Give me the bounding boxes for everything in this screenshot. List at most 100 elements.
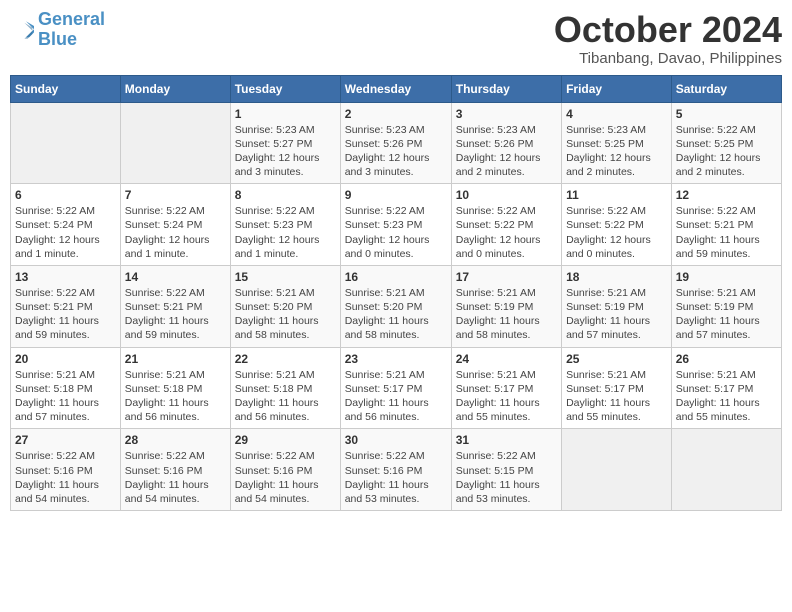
calendar-cell: 17Sunrise: 5:21 AM Sunset: 5:19 PM Dayli…	[451, 265, 561, 347]
calendar-cell: 2 Sunrise: 5:23 AM Sunset: 5:26 PM Daylig…	[340, 102, 451, 184]
calendar-week-row: 1 Sunrise: 5:23 AM Sunset: 5:27 PM Daylig…	[11, 102, 782, 184]
day-number: 23	[345, 352, 447, 366]
day-info: Sunrise: 5:21 AM Sunset: 5:17 PM Dayligh…	[456, 368, 557, 425]
calendar-cell: 18 Sunrise: 5:21 AM Sunset: 5:19 PM Dayli…	[562, 265, 672, 347]
day-info: Sunrise: 5:23 AM Sunset: 5:26 PM Dayligh…	[345, 123, 447, 180]
day-info: Sunrise: 5:23 AM Sunset: 5:26 PM Dayligh…	[456, 123, 557, 180]
weekday-header: Monday	[120, 75, 230, 102]
day-info: Sunrise: 5:21 AM Sunset: 5:17 PM Dayligh…	[676, 368, 777, 425]
day-info: Sunrise: 5:21 AM Sunset: 5:19 PM Dayligh…	[566, 286, 667, 343]
calendar-week-row: 6Sunrise: 5:22 AM Sunset: 5:24 PM Daylig…	[11, 184, 782, 266]
day-info: Sunrise: 5:21 AM Sunset: 5:18 PM Dayligh…	[125, 368, 226, 425]
day-number: 22	[235, 352, 336, 366]
day-number: 13	[15, 270, 116, 284]
day-info: Sunrise: 5:22 AM Sunset: 5:21 PM Dayligh…	[676, 204, 777, 261]
day-number: 14	[125, 270, 226, 284]
weekday-header: Sunday	[11, 75, 121, 102]
calendar-cell: 5Sunrise: 5:22 AM Sunset: 5:25 PM Daylig…	[671, 102, 781, 184]
weekday-header: Wednesday	[340, 75, 451, 102]
day-number: 12	[676, 188, 777, 202]
calendar-cell	[671, 429, 781, 511]
day-number: 1	[235, 107, 336, 121]
day-number: 25	[566, 352, 667, 366]
calendar-cell: 12 Sunrise: 5:22 AM Sunset: 5:21 PM Dayli…	[671, 184, 781, 266]
day-info: Sunrise: 5:22 AM Sunset: 5:21 PM Dayligh…	[15, 286, 116, 343]
calendar-cell: 22Sunrise: 5:21 AM Sunset: 5:18 PM Dayli…	[230, 347, 340, 429]
day-number: 4	[566, 107, 667, 121]
day-info: Sunrise: 5:22 AM Sunset: 5:16 PM Dayligh…	[345, 449, 447, 506]
weekday-header: Thursday	[451, 75, 561, 102]
day-info: Sunrise: 5:22 AM Sunset: 5:22 PM Dayligh…	[566, 204, 667, 261]
calendar-cell: 23Sunrise: 5:21 AM Sunset: 5:17 PM Dayli…	[340, 347, 451, 429]
day-info: Sunrise: 5:23 AM Sunset: 5:25 PM Dayligh…	[566, 123, 667, 180]
day-number: 2	[345, 107, 447, 121]
calendar-cell: 13 Sunrise: 5:22 AM Sunset: 5:21 PM Dayli…	[11, 265, 121, 347]
calendar-cell	[562, 429, 672, 511]
calendar-cell: 24Sunrise: 5:21 AM Sunset: 5:17 PM Dayli…	[451, 347, 561, 429]
title-block: October 2024 Tibanbang, Davao, Philippin…	[554, 10, 782, 67]
day-number: 8	[235, 188, 336, 202]
day-info: Sunrise: 5:22 AM Sunset: 5:23 PM Dayligh…	[235, 204, 336, 261]
day-number: 18	[566, 270, 667, 284]
calendar-cell: 29 Sunrise: 5:22 AM Sunset: 5:16 PM Dayli…	[230, 429, 340, 511]
logo-text: General Blue	[38, 10, 105, 50]
calendar-week-row: 20 Sunrise: 5:21 AM Sunset: 5:18 PM Dayli…	[11, 347, 782, 429]
weekday-header: Friday	[562, 75, 672, 102]
day-info: Sunrise: 5:22 AM Sunset: 5:24 PM Dayligh…	[15, 204, 116, 261]
day-number: 29	[235, 433, 336, 447]
calendar-cell: 21 Sunrise: 5:21 AM Sunset: 5:18 PM Dayli…	[120, 347, 230, 429]
calendar-cell: 14Sunrise: 5:22 AM Sunset: 5:21 PM Dayli…	[120, 265, 230, 347]
weekday-header: Tuesday	[230, 75, 340, 102]
day-number: 15	[235, 270, 336, 284]
page-header: General Blue October 2024 Tibanbang, Dav…	[10, 10, 782, 67]
day-info: Sunrise: 5:22 AM Sunset: 5:24 PM Dayligh…	[125, 204, 226, 261]
calendar-cell: 28Sunrise: 5:22 AM Sunset: 5:16 PM Dayli…	[120, 429, 230, 511]
weekday-header-row: SundayMondayTuesdayWednesdayThursdayFrid…	[11, 75, 782, 102]
day-info: Sunrise: 5:22 AM Sunset: 5:15 PM Dayligh…	[456, 449, 557, 506]
calendar-cell: 10Sunrise: 5:22 AM Sunset: 5:22 PM Dayli…	[451, 184, 561, 266]
logo: General Blue	[10, 10, 105, 50]
calendar-cell: 9Sunrise: 5:22 AM Sunset: 5:23 PM Daylig…	[340, 184, 451, 266]
day-number: 3	[456, 107, 557, 121]
location-subtitle: Tibanbang, Davao, Philippines	[554, 50, 782, 67]
day-info: Sunrise: 5:22 AM Sunset: 5:16 PM Dayligh…	[15, 449, 116, 506]
month-title: October 2024	[554, 10, 782, 50]
day-number: 31	[456, 433, 557, 447]
day-number: 10	[456, 188, 557, 202]
calendar-week-row: 27Sunrise: 5:22 AM Sunset: 5:16 PM Dayli…	[11, 429, 782, 511]
day-number: 26	[676, 352, 777, 366]
day-info: Sunrise: 5:21 AM Sunset: 5:20 PM Dayligh…	[345, 286, 447, 343]
calendar-cell: 26 Sunrise: 5:21 AM Sunset: 5:17 PM Dayli…	[671, 347, 781, 429]
day-number: 21	[125, 352, 226, 366]
day-info: Sunrise: 5:21 AM Sunset: 5:20 PM Dayligh…	[235, 286, 336, 343]
day-number: 5	[676, 107, 777, 121]
calendar-cell: 31 Sunrise: 5:22 AM Sunset: 5:15 PM Dayli…	[451, 429, 561, 511]
calendar-cell: 6Sunrise: 5:22 AM Sunset: 5:24 PM Daylig…	[11, 184, 121, 266]
day-number: 16	[345, 270, 447, 284]
calendar-cell: 7 Sunrise: 5:22 AM Sunset: 5:24 PM Daylig…	[120, 184, 230, 266]
day-number: 19	[676, 270, 777, 284]
calendar-cell: 15 Sunrise: 5:21 AM Sunset: 5:20 PM Dayli…	[230, 265, 340, 347]
calendar-cell: 1 Sunrise: 5:23 AM Sunset: 5:27 PM Daylig…	[230, 102, 340, 184]
day-info: Sunrise: 5:22 AM Sunset: 5:16 PM Dayligh…	[235, 449, 336, 506]
day-info: Sunrise: 5:23 AM Sunset: 5:27 PM Dayligh…	[235, 123, 336, 180]
calendar-cell: 16 Sunrise: 5:21 AM Sunset: 5:20 PM Dayli…	[340, 265, 451, 347]
calendar-cell: 4 Sunrise: 5:23 AM Sunset: 5:25 PM Daylig…	[562, 102, 672, 184]
calendar-week-row: 13 Sunrise: 5:22 AM Sunset: 5:21 PM Dayli…	[11, 265, 782, 347]
calendar-cell: 8 Sunrise: 5:22 AM Sunset: 5:23 PM Daylig…	[230, 184, 340, 266]
day-number: 30	[345, 433, 447, 447]
calendar-cell: 25Sunrise: 5:21 AM Sunset: 5:17 PM Dayli…	[562, 347, 672, 429]
logo-line2: Blue	[38, 29, 77, 49]
day-number: 20	[15, 352, 116, 366]
day-info: Sunrise: 5:21 AM Sunset: 5:19 PM Dayligh…	[676, 286, 777, 343]
day-number: 17	[456, 270, 557, 284]
calendar-cell: 11Sunrise: 5:22 AM Sunset: 5:22 PM Dayli…	[562, 184, 672, 266]
logo-line1: General	[38, 9, 105, 29]
calendar-body: 1 Sunrise: 5:23 AM Sunset: 5:27 PM Daylig…	[11, 102, 782, 510]
calendar-cell: 19 Sunrise: 5:21 AM Sunset: 5:19 PM Dayli…	[671, 265, 781, 347]
calendar-cell: 3 Sunrise: 5:23 AM Sunset: 5:26 PM Daylig…	[451, 102, 561, 184]
day-number: 28	[125, 433, 226, 447]
calendar-cell: 27Sunrise: 5:22 AM Sunset: 5:16 PM Dayli…	[11, 429, 121, 511]
calendar-cell	[120, 102, 230, 184]
day-number: 7	[125, 188, 226, 202]
